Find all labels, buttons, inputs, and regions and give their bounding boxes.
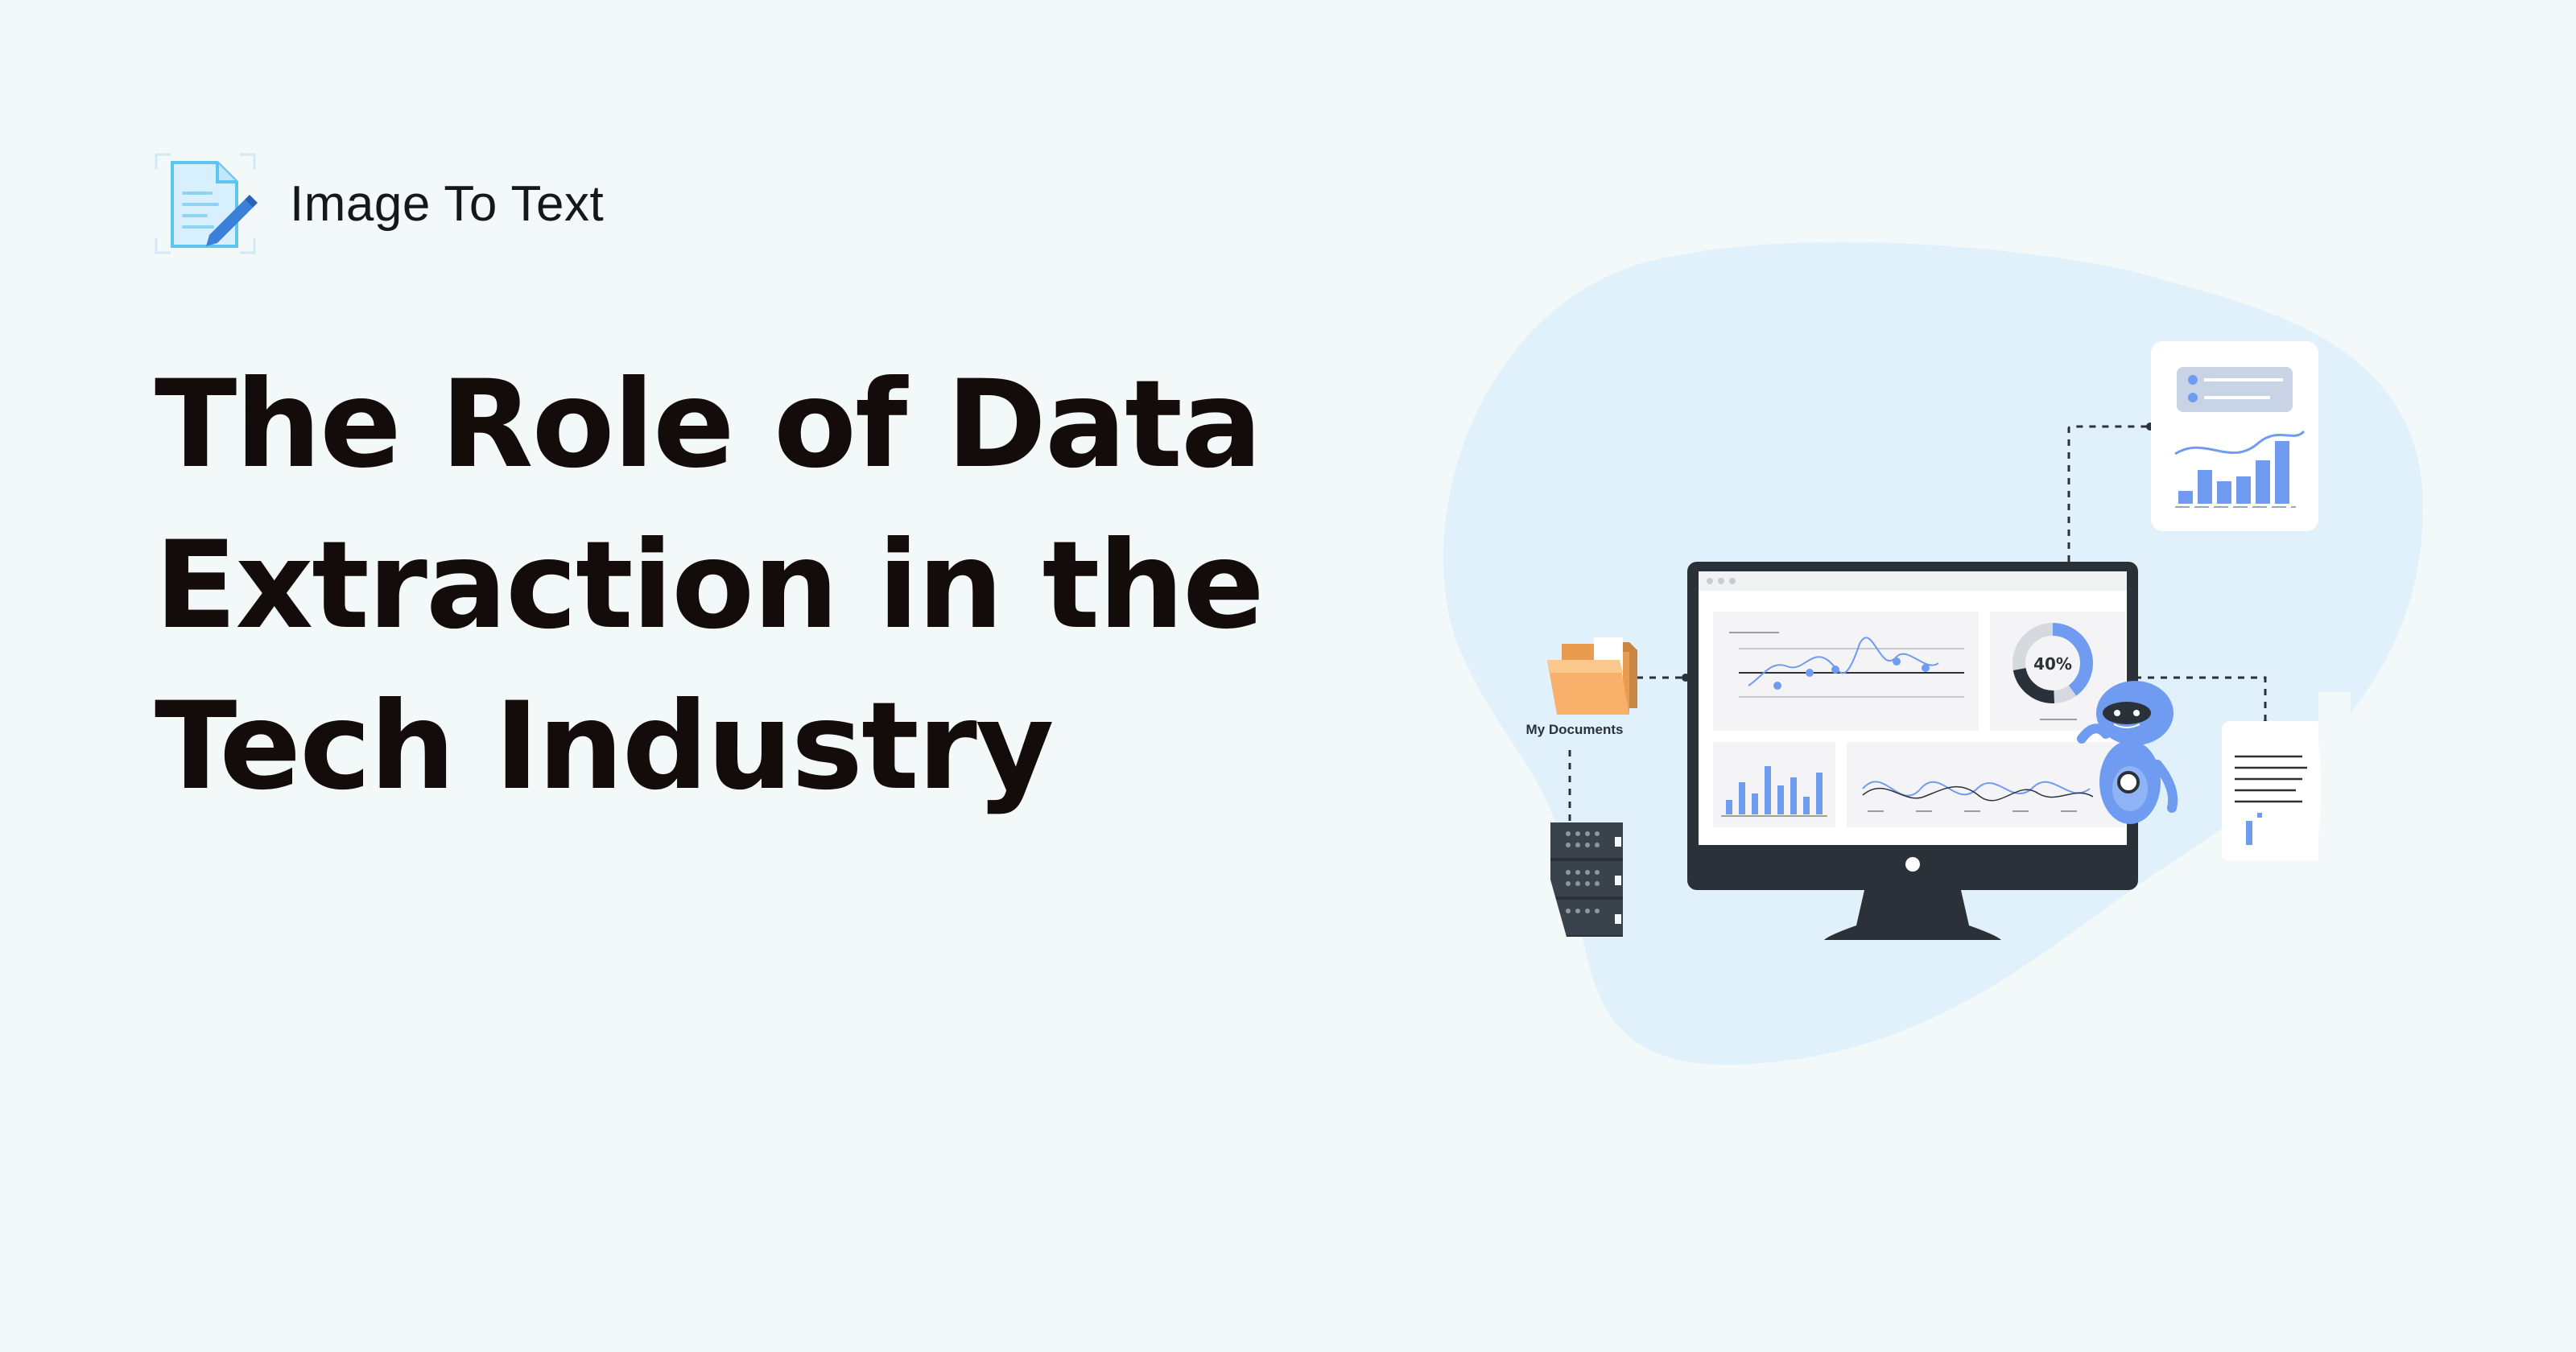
page-title: The Role of Data Extraction in the Tech … [155,355,1265,817]
server-rack-icon [1534,822,1623,937]
brand-name: Image To Text [290,175,605,232]
brand: Image To Text [153,151,604,256]
donut-label: 40% [2033,654,2072,674]
document-icon [2222,692,2351,885]
document-pen-icon [155,153,258,254]
data-extraction-illustration: 40% My Documents [1433,241,2447,1111]
report-card-icon [2151,341,2318,531]
folder-label: My Documents [1526,722,1624,737]
monitor-icon: 40% [1687,562,2138,940]
